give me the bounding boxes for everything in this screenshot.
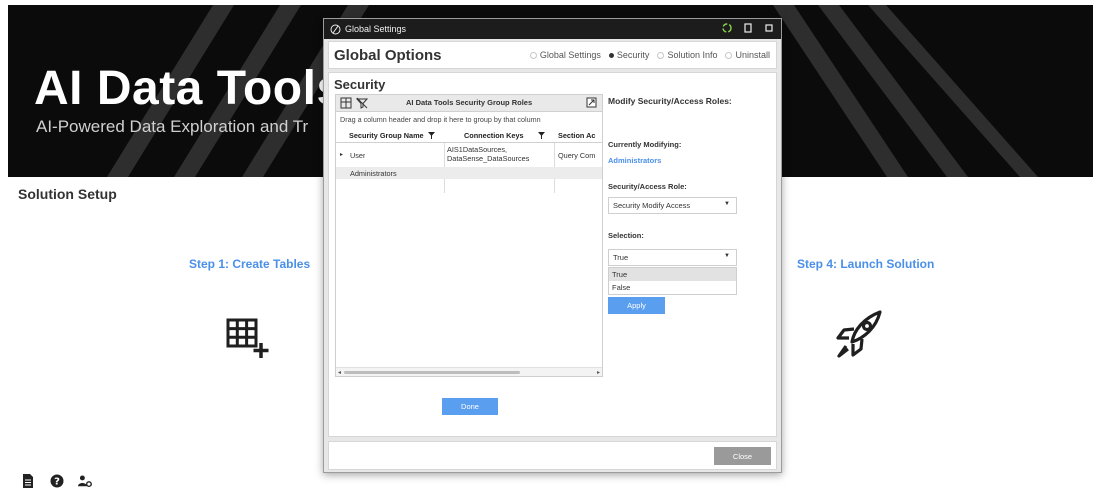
grid-expand-icon[interactable]	[586, 97, 598, 109]
grid-toolbar: AI Data Tools Security Group Roles	[336, 95, 602, 112]
refresh-icon[interactable]	[721, 22, 733, 34]
nav-radio-uninstall[interactable]: Uninstall	[725, 50, 770, 60]
help-icon[interactable]: ?	[50, 474, 64, 488]
global-options-title: Global Options	[334, 47, 442, 64]
user-settings-icon[interactable]	[78, 474, 92, 488]
done-button[interactable]: Done	[442, 398, 498, 415]
global-settings-dialog: Global Settings Global Options Global Se…	[323, 18, 782, 473]
cell-section-access: Query Com	[558, 151, 596, 160]
svg-text:?: ?	[54, 477, 60, 488]
modify-roles-title: Modify Security/Access Roles:	[608, 96, 732, 106]
options-nav: Global Settings Security Solution Info U…	[529, 50, 770, 60]
dialog-titlebar[interactable]: Global Settings	[324, 19, 781, 39]
grid-export-icon[interactable]	[340, 97, 352, 109]
column-header-connection-keys[interactable]: Connection Keys	[444, 128, 554, 143]
filter-icon[interactable]	[427, 131, 435, 139]
app-logo-icon	[330, 24, 341, 35]
selection-select[interactable]: True ▼	[608, 249, 737, 266]
chevron-down-icon: ▼	[724, 201, 730, 207]
currently-modifying-label: Currently Modifying:	[608, 140, 682, 149]
selection-label: Selection:	[608, 231, 644, 240]
currently-modifying-value: Administrators	[608, 156, 662, 165]
cell-security-group: User	[350, 151, 366, 160]
security-role-select[interactable]: Security Modify Access ▼	[608, 197, 737, 214]
close-button[interactable]: Close	[714, 447, 771, 465]
selection-dropdown-list: True False	[608, 267, 737, 295]
hero-title: AI Data Tools	[34, 62, 344, 115]
cell-connection-keys: AIS1DataSources, DataSense_DataSources	[447, 145, 530, 163]
global-options-header: Global Options Global Settings Security …	[328, 41, 777, 69]
row-expand-arrow-icon[interactable]: ▸	[340, 151, 343, 158]
rocket-icon[interactable]	[834, 308, 884, 365]
table-add-icon[interactable]	[226, 318, 270, 365]
app-root: AI Data Tools AI-Powered Data Exploratio…	[0, 0, 1093, 497]
nav-radio-solution-info[interactable]: Solution Info	[657, 50, 717, 60]
security-role-label: Security/Access Role:	[608, 182, 687, 191]
dialog-footer: Close	[328, 441, 777, 470]
window-minimize-icon[interactable]	[742, 22, 754, 34]
chevron-down-icon: ▼	[724, 253, 730, 259]
window-maximize-icon[interactable]	[763, 22, 775, 34]
clear-filter-icon[interactable]	[356, 97, 368, 109]
nav-radio-security[interactable]: Security	[608, 50, 649, 60]
table-row[interactable]: Administrators	[336, 167, 602, 179]
column-header-section-access[interactable]: Section Ac	[554, 128, 602, 143]
security-section-title: Security	[334, 77, 386, 92]
hero-subtitle: AI-Powered Data Exploration and Tr	[36, 117, 309, 136]
table-row[interactable]: ▸ User AIS1DataSources, DataSense_DataSo…	[336, 143, 602, 167]
security-roles-grid: AI Data Tools Security Group Roles Drag …	[335, 94, 603, 377]
grid-caption: AI Data Tools Security Group Roles	[406, 98, 533, 107]
dropdown-option-false[interactable]: False	[609, 281, 736, 294]
dropdown-option-true[interactable]: True	[609, 268, 736, 281]
apply-button[interactable]: Apply	[608, 297, 665, 314]
group-by-hint[interactable]: Drag a column header and drop it here to…	[340, 115, 541, 124]
security-content: Security AI Data Tools Security Group Ro…	[328, 72, 777, 437]
footer-toolbar: ?	[22, 474, 92, 488]
dialog-window-title: Global Settings	[345, 24, 407, 34]
grid-horizontal-scrollbar[interactable]: ◂ ▸	[336, 367, 602, 376]
step-launch-solution-link[interactable]: Step 4: Launch Solution	[797, 257, 934, 271]
step-create-tables-link[interactable]: Step 1: Create Tables	[189, 257, 310, 271]
filter-icon[interactable]	[537, 131, 545, 139]
cell-security-group: Administrators	[350, 169, 397, 178]
document-icon[interactable]	[22, 474, 36, 488]
solution-setup-title: Solution Setup	[18, 186, 117, 202]
nav-radio-global-settings[interactable]: Global Settings	[529, 50, 601, 60]
column-header-security-group-name[interactable]: Security Group Name	[336, 128, 444, 143]
